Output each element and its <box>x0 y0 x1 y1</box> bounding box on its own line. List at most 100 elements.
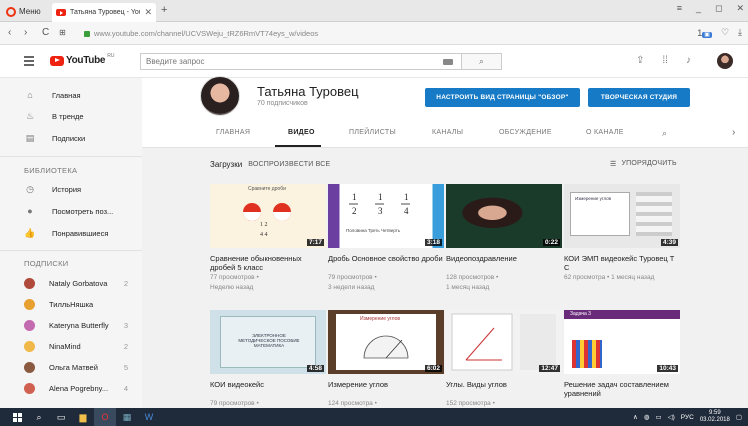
url-field[interactable]: www.youtube.com/channel/UCVSWeju_tRZ6RmV… <box>84 26 689 41</box>
opera-icon[interactable]: O <box>94 408 116 426</box>
sidebar-subscription[interactable]: Nataly Gorbatova 2 <box>0 274 142 292</box>
sidebar-subscription[interactable]: NinaMind 2 <box>0 337 142 355</box>
channel-avatar[interactable] <box>200 76 240 116</box>
upload-icon[interactable]: ⇪ <box>636 55 644 66</box>
opera-logo-icon <box>6 6 16 17</box>
tab-playlists[interactable]: ПЛЕЙЛИСТЫ <box>349 129 396 136</box>
youtube-logo[interactable]: YouTube RU <box>50 53 114 66</box>
video-title[interactable]: Дробь Основное свойство дроби <box>328 254 444 272</box>
apps-grid-icon[interactable]: ⁞⁞ <box>662 55 668 66</box>
customize-channel-button[interactable]: НАСТРОИТЬ ВИД СТРАНИЦЫ "ОБЗОР" <box>425 88 580 107</box>
video-thumbnail[interactable]: ЭЛЕКТРОННОЕ МЕТОДИЧЕСКОЕ ПОСОБИЕ МАТЕМАТ… <box>210 310 326 374</box>
account-avatar[interactable] <box>717 53 733 69</box>
video-card[interactable]: 1 2 4 4 Сравните дроби 7:17 Сравнение об… <box>210 184 326 292</box>
clock[interactable]: 9:59 03.02.2018 <box>700 410 730 424</box>
video-card[interactable]: Измерение углов 6:02 Измерение углов 124… <box>328 310 444 408</box>
subscription-count: 2 <box>123 341 128 351</box>
new-tab-icon[interactable]: + <box>161 4 167 16</box>
language-indicator[interactable]: РУС <box>681 414 694 421</box>
bell-icon[interactable]: ♪ <box>686 55 691 66</box>
video-title[interactable]: Измерение углов <box>328 380 444 398</box>
video-card[interactable]: Измерение углов 4:39 КОИ ЭМП видеокейс Т… <box>564 184 680 282</box>
sidebar-subscription[interactable]: Alena Pogrebny... 4 <box>0 379 142 397</box>
video-thumbnail[interactable]: 0:22 <box>446 184 562 248</box>
file-explorer-icon[interactable]: ▆ <box>72 408 94 426</box>
video-title[interactable]: Сравнение обыкновенных дробей 5 класс <box>210 254 326 272</box>
url-text: www.youtube.com/channel/UCVSWeju_tRZ6RmV… <box>94 29 319 38</box>
search-icon[interactable]: ⌕ <box>28 408 50 426</box>
youtube-header: YouTube RU ⌕ ⇪ ⁞⁞ ♪ <box>0 45 748 78</box>
video-title[interactable]: Углы. Виды углов <box>446 380 562 398</box>
sidebar-item-trending[interactable]: ♨ В тренде <box>0 107 142 125</box>
video-title[interactable]: КОИ видеокейс <box>210 380 326 398</box>
sidebar-item-label: В тренде <box>52 111 84 121</box>
browser-menu-button[interactable]: Меню <box>6 5 41 18</box>
heart-icon[interactable]: ♡ <box>721 27 729 38</box>
volume-icon[interactable]: ◁) <box>668 413 675 421</box>
maximize-icon[interactable]: ◻ <box>715 3 722 14</box>
tab-discussion[interactable]: ОБСУЖДЕНИЕ <box>499 129 552 136</box>
notification-badge[interactable]: 1 ▣ <box>697 28 712 38</box>
video-title[interactable]: КОИ ЭМП видеокейс Туровец Т С <box>564 254 680 272</box>
video-thumbnail[interactable]: Задача 3 10:43 <box>564 310 680 374</box>
search-button[interactable]: ⌕ <box>461 54 501 69</box>
sidebar-item-history[interactable]: ◷ История <box>0 180 142 198</box>
reload-icon[interactable]: C <box>42 27 49 38</box>
keyboard-icon[interactable] <box>443 59 453 65</box>
app-icon[interactable]: ▦ <box>116 408 138 426</box>
video-card[interactable]: 1 2 1 3 1 4 Половина Треть Четверть 3:18 Др… <box>328 184 444 292</box>
battery-icon[interactable]: ▭ <box>655 413 661 421</box>
tab-home[interactable]: ГЛАВНАЯ <box>216 129 250 136</box>
download-icon[interactable]: ⤓ <box>738 27 742 38</box>
video-thumbnail[interactable]: Измерение углов 4:39 <box>564 184 680 248</box>
tray-chevron-icon[interactable]: ∧ <box>633 413 638 421</box>
minimize-icon[interactable]: _ <box>696 3 701 14</box>
forward-icon[interactable]: › <box>24 27 27 38</box>
video-card[interactable]: 12:47 Углы. Виды углов 152 просмотра • <box>446 310 562 408</box>
close-window-icon[interactable]: ✕ <box>736 3 744 14</box>
svg-text:4 4: 4 4 <box>260 232 268 238</box>
speed-dial-icon[interactable]: ⊞ <box>59 28 66 37</box>
sidebar-subscription[interactable]: Kateryna Butterfly 3 <box>0 316 142 334</box>
chevron-right-icon[interactable]: › <box>732 127 735 138</box>
sidebar-divider <box>0 250 142 251</box>
sidebar-item-liked[interactable]: 👍 Понравившиеся <box>0 224 142 242</box>
sort-button[interactable]: ☰ УПОРЯДОЧИТЬ <box>610 160 677 168</box>
video-thumbnail[interactable]: 1 2 4 4 Сравните дроби 7:17 <box>210 184 326 248</box>
creator-studio-button[interactable]: ТВОРЧЕСКАЯ СТУДИЯ <box>588 88 690 107</box>
subscription-name: Alena Pogrebny... <box>49 383 109 393</box>
video-card[interactable]: ЭЛЕКТРОННОЕ МЕТОДИЧЕСКОЕ ПОСОБИЕ МАТЕМАТ… <box>210 310 326 408</box>
svg-text:4: 4 <box>404 206 409 216</box>
sidebar-item-watch-later[interactable]: ● Посмотреть поз... <box>0 202 142 220</box>
play-all-button[interactable]: ВОСПРОИЗВЕСТИ ВСЕ <box>248 161 330 169</box>
word-icon[interactable]: W <box>138 408 160 426</box>
video-thumbnail[interactable]: 12:47 <box>446 310 562 374</box>
sidebar-item-subscriptions[interactable]: ▤ Подписки <box>0 129 142 147</box>
close-tab-icon[interactable]: ✕ <box>144 7 152 18</box>
start-button[interactable] <box>6 408 28 426</box>
sidebar-item-home[interactable]: ⌂ Главная <box>0 86 142 104</box>
sidebar-subscription[interactable]: Ольга Матвей 5 <box>0 358 142 376</box>
tab-channels[interactable]: КАНАЛЫ <box>432 129 463 136</box>
hamburger-menu-icon[interactable] <box>24 56 34 68</box>
video-title[interactable]: Видеопоздравление <box>446 254 562 272</box>
browser-tab[interactable]: Татьяна Туровец - YouTube ✕ <box>52 3 156 22</box>
video-card[interactable]: Задача 3 10:43 Решение задач составление… <box>564 310 680 398</box>
network-icon[interactable]: ◍ <box>644 413 650 421</box>
liked-icon: 👍 <box>24 227 36 238</box>
search-input[interactable] <box>141 54 443 69</box>
notifications-icon[interactable]: ▢ <box>736 413 742 421</box>
tab-videos[interactable]: ВИДЕО <box>288 129 315 136</box>
video-card[interactable]: 0:22 Видеопоздравление 128 просмотров • … <box>446 184 562 292</box>
channel-search-icon[interactable]: ⌕ <box>662 128 667 139</box>
task-view-icon[interactable]: ▭ <box>50 408 72 426</box>
video-title[interactable]: Решение задач составлением уравнений <box>564 380 680 398</box>
tab-about[interactable]: О КАНАЛЕ <box>586 129 624 136</box>
video-thumbnail[interactable]: 1 2 1 3 1 4 Половина Треть Четверть 3:18 <box>328 184 444 248</box>
sidebar-subscription[interactable]: ТилльНяшка <box>0 295 142 313</box>
video-thumbnail[interactable]: Измерение углов 6:02 <box>328 310 444 374</box>
tabs-menu-icon[interactable]: ≡ <box>677 3 682 14</box>
video-date: 1 месяц назад <box>446 284 490 291</box>
back-icon[interactable]: ‹ <box>8 27 11 38</box>
search-icon: ⌕ <box>478 56 485 66</box>
